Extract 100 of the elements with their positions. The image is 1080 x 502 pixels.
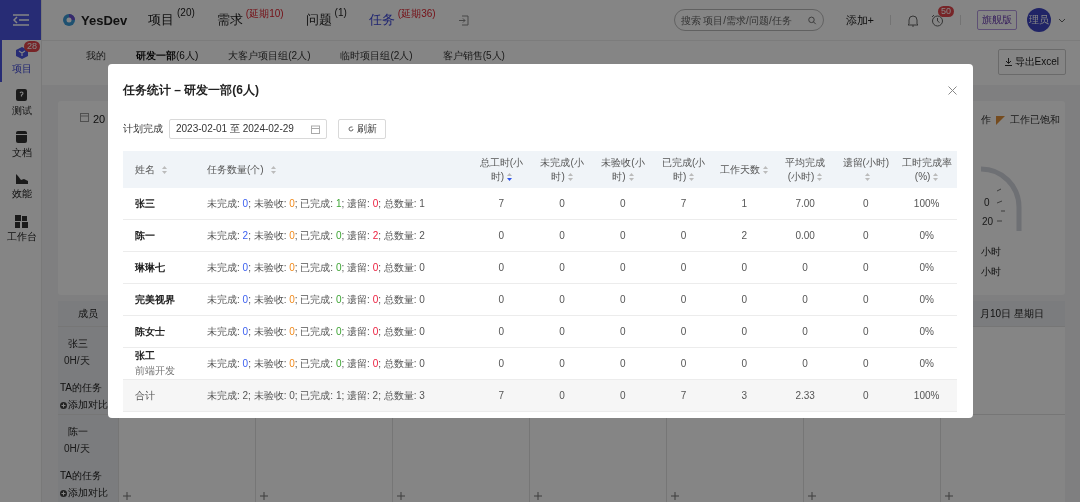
name-cell: 张工 xyxy=(135,349,155,363)
bell-icon[interactable] xyxy=(907,13,919,27)
logo-text: YesDev xyxy=(81,12,128,28)
add-button[interactable] xyxy=(534,492,542,500)
add-button[interactable] xyxy=(808,492,816,500)
table-cell: 0% xyxy=(919,358,934,369)
name-cell: 完美视界 xyxy=(135,292,175,307)
add-button[interactable] xyxy=(123,492,131,500)
column-header[interactable]: 遗留(小时) xyxy=(840,156,891,183)
refresh-button[interactable]: 刷新 xyxy=(338,119,386,139)
table-cell: 0% xyxy=(919,262,934,273)
name-cell: 陈一 xyxy=(135,228,155,243)
table-cell: 0 xyxy=(498,326,505,337)
name-cell: 张三 xyxy=(135,196,155,211)
table-cell: 0 xyxy=(559,198,565,209)
load-text: 0H/天 xyxy=(64,442,90,456)
team-tab[interactable]: 临时项目组(2人) xyxy=(340,50,413,62)
column-header[interactable]: 平均完成(小时) xyxy=(780,156,831,183)
team-tab[interactable]: 客户销售(5人) xyxy=(442,50,505,62)
task-count-text: 未完成: 2; 未验收: 0; 已完成: 1; 遗留: 2; 总数量: 3 xyxy=(207,388,425,403)
alarm-clock-icon[interactable] xyxy=(931,13,944,27)
add-button[interactable]: 添加+ xyxy=(845,12,874,28)
table-cell: 3 xyxy=(741,390,748,401)
team-tab[interactable]: 我的 xyxy=(86,50,106,62)
table-cell: 0 xyxy=(863,294,869,305)
table-cell: 0% xyxy=(919,230,934,241)
column-header[interactable]: 姓名 xyxy=(135,162,167,177)
book-icon xyxy=(15,130,28,144)
sidebar-item[interactable]: 文档 xyxy=(0,124,41,166)
table-cell: 0 xyxy=(802,294,808,305)
team-tab[interactable]: 大客户项目组(2人) xyxy=(228,50,311,62)
date-text: 20 xyxy=(93,113,106,125)
add-button[interactable] xyxy=(671,492,679,500)
sidebar-item[interactable]: 测试 xyxy=(0,82,41,124)
avatar[interactable]: 理员 xyxy=(1027,8,1051,32)
add-button[interactable] xyxy=(260,492,268,500)
table-cell: 0 xyxy=(620,390,626,401)
plus-icon xyxy=(671,492,679,500)
sort-icon[interactable] xyxy=(507,172,513,181)
table-cell: 0 xyxy=(559,294,565,305)
task-count-text: 未完成: 0; 未验收: 0; 已完成: 0; 遗留: 0; 总数量: 0 xyxy=(207,356,425,371)
column-header[interactable]: 总工时(小时) xyxy=(476,156,527,183)
column-header[interactable]: 已完成(小时) xyxy=(658,156,709,183)
legend-label: 工作已饱和 xyxy=(1010,113,1060,127)
table-cell: 0 xyxy=(559,326,565,337)
table-cell: 0 xyxy=(620,198,626,209)
tasks-link[interactable]: TA的任务 xyxy=(60,469,103,483)
grid-icon xyxy=(15,214,28,228)
table-cell: 0 xyxy=(680,230,687,241)
gauge-drawing: 0 20 xyxy=(981,159,1041,239)
close-button[interactable] xyxy=(948,86,957,95)
table-cell: 100% xyxy=(913,390,940,401)
plus-circle-icon xyxy=(60,489,67,497)
legend-label: 作 xyxy=(981,113,991,127)
table-cell: 0 xyxy=(863,262,869,273)
exit-icon[interactable] xyxy=(457,14,469,26)
sidebar-item[interactable]: 效能 xyxy=(0,166,41,208)
table-cell: 0% xyxy=(919,294,934,305)
refresh-icon xyxy=(347,126,354,132)
column-header[interactable]: 未验收(小时) xyxy=(597,156,648,183)
table-cell: 7.00 xyxy=(795,198,815,209)
team-tab[interactable]: 研发一部(6人) xyxy=(136,50,199,62)
table-cell: 0% xyxy=(919,326,934,337)
plus-icon xyxy=(260,492,268,500)
export-button[interactable]: 导出Excel xyxy=(997,49,1066,75)
add-button[interactable] xyxy=(945,492,953,500)
add-compare-link[interactable]: 添加对比 xyxy=(60,486,108,500)
table-cell: 0 xyxy=(863,326,869,337)
table-cell: 0 xyxy=(741,262,748,273)
menu-button[interactable] xyxy=(0,0,41,40)
dialog-title: 任务统计 – 研发一部(6人) xyxy=(123,82,259,99)
tasks-link[interactable]: TA的任务 xyxy=(60,381,103,395)
count-badge: 28 xyxy=(24,41,40,52)
column-header[interactable]: 未完成(小时) xyxy=(537,156,588,183)
column-header[interactable]: 工时完成率(%) xyxy=(901,156,952,183)
table-cell: 0 xyxy=(741,294,748,305)
table-cell: 0 xyxy=(498,262,505,273)
sidebar-item[interactable]: 工作台 xyxy=(0,208,41,250)
table-cell: 2 xyxy=(741,230,748,241)
table-cell: 0 xyxy=(620,326,626,337)
hours-text: 小时 xyxy=(981,245,1002,259)
table-cell: 0 xyxy=(802,262,808,273)
add-compare-link[interactable]: 添加对比 xyxy=(60,398,108,412)
table-cell: 0 xyxy=(559,390,565,401)
column-header[interactable]: 工作天数 xyxy=(720,162,769,177)
name-cell: 陈女士 xyxy=(135,324,165,339)
search-icon xyxy=(808,15,817,25)
table-cell: 0 xyxy=(620,262,626,273)
name-cell: 合计 xyxy=(135,388,155,403)
date-range-field[interactable]: 2023-02-01 至 2024-02-29 xyxy=(169,119,327,139)
task-count-text: 未完成: 0; 未验收: 0; 已完成: 0; 遗留: 0; 总数量: 0 xyxy=(207,324,425,339)
table-cell: 100% xyxy=(913,198,940,209)
task-count-text: 未完成: 0; 未验收: 0; 已完成: 0; 遗留: 0; 总数量: 0 xyxy=(207,260,425,275)
add-button[interactable] xyxy=(397,492,405,500)
chevron-down-icon[interactable] xyxy=(1058,17,1066,23)
table-cell: 7 xyxy=(498,198,505,209)
column-header[interactable]: 任务数量(个) xyxy=(207,162,276,177)
name-cell: 琳琳七 xyxy=(135,260,165,275)
count-badge: 50 xyxy=(938,5,954,17)
plus-icon xyxy=(808,492,816,500)
